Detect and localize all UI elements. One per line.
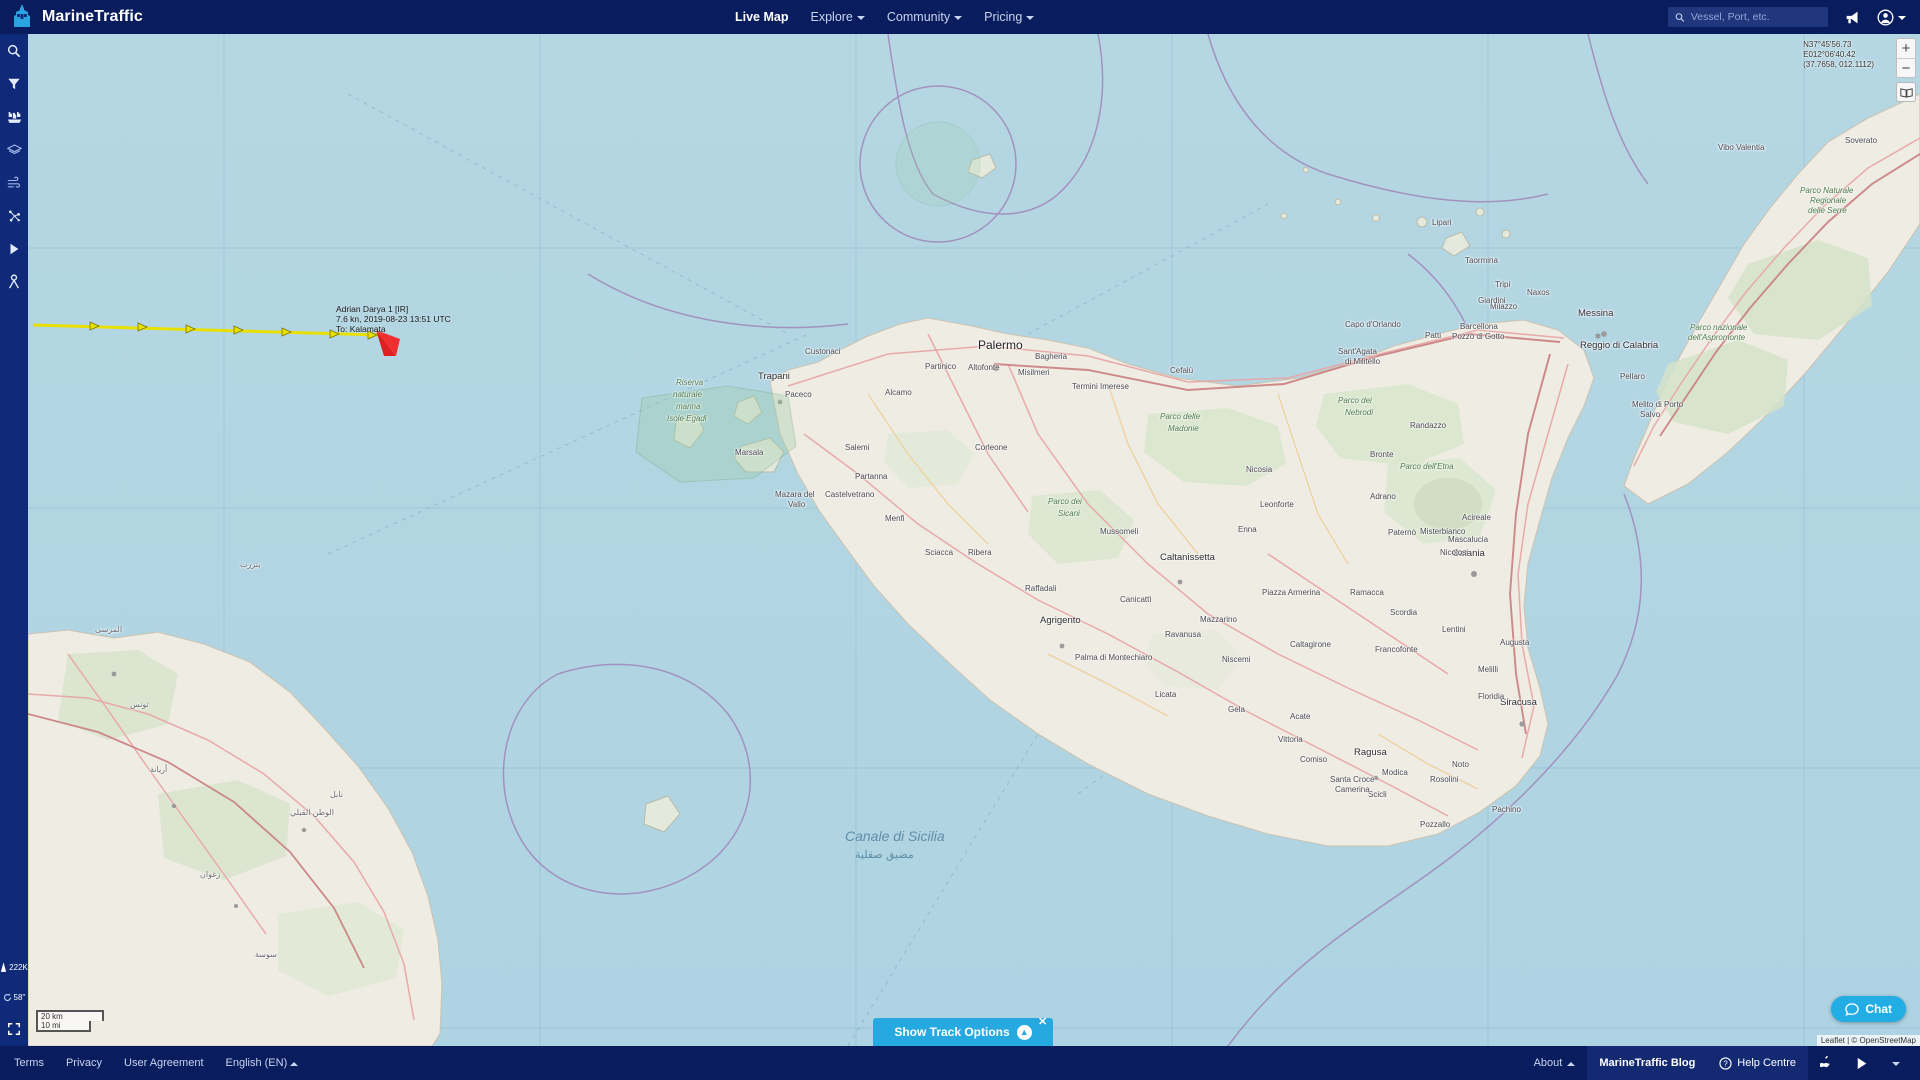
vessel-destination: To: Kalamata xyxy=(336,324,451,334)
nav-label: Live Map xyxy=(735,10,789,24)
map-canvas xyxy=(28,34,1920,1046)
vessel-count-label: 222K xyxy=(9,963,28,972)
sidebar-item-account[interactable] xyxy=(0,265,28,298)
nav-item-live-map[interactable]: Live Map xyxy=(735,10,789,24)
footer-google-play[interactable] xyxy=(1844,1046,1880,1080)
scale-bar: 20 km 10 mi xyxy=(36,1010,104,1032)
search-icon xyxy=(7,44,21,58)
chevron-down-icon xyxy=(1898,16,1906,20)
sidebar-item-layers[interactable] xyxy=(0,133,28,166)
sidebar-item-fleets[interactable] xyxy=(0,100,28,133)
footer-bar: Terms Privacy User Agreement English (EN… xyxy=(0,1046,1920,1080)
footer-language-label: English (EN) xyxy=(226,1057,288,1069)
fullscreen-button[interactable] xyxy=(0,1012,28,1046)
latitude-dms: N37°45'56.73 xyxy=(1803,40,1874,50)
chevron-down-icon xyxy=(954,16,962,20)
zoom-out-button[interactable]: − xyxy=(1897,58,1915,77)
layers-stack-icon xyxy=(7,143,22,157)
person-icon xyxy=(7,274,21,289)
footer-blog-label: MarineTraffic Blog xyxy=(1599,1057,1695,1069)
nav-item-explore[interactable]: Explore xyxy=(811,10,865,24)
play-icon xyxy=(7,242,21,256)
live-map[interactable]: Adrian Darya 1 [IR] 7.6 kn, 2019-08-23 1… xyxy=(28,34,1920,1046)
footer-left-links: Terms Privacy User Agreement English (EN… xyxy=(0,1057,298,1069)
nav-item-pricing[interactable]: Pricing xyxy=(984,10,1034,24)
nav-links: Live Map Explore Community Pricing xyxy=(735,0,1034,34)
left-toolbar: 222K 58'' xyxy=(0,34,28,1046)
vessel-count-icon xyxy=(0,962,7,973)
show-track-options-button[interactable]: Show Track Options ▲ xyxy=(873,1018,1053,1046)
coordinate-readout: N37°45'56.73 E012°06'40.42 (37.7658, 012… xyxy=(1803,40,1874,70)
nav-label: Pricing xyxy=(984,10,1022,24)
scale-metric: 20 km xyxy=(36,1010,104,1021)
footer-link-user-agreement[interactable]: User Agreement xyxy=(124,1057,203,1069)
sidebar-item-playback[interactable] xyxy=(0,232,28,265)
refresh-icon xyxy=(3,993,12,1002)
vessel-info-label[interactable]: Adrian Darya 1 [IR] 7.6 kn, 2019-08-23 1… xyxy=(336,304,451,334)
nav-label: Community xyxy=(887,10,950,24)
footer-apple-store[interactable] xyxy=(1808,1046,1844,1080)
scale-imperial: 10 mi xyxy=(36,1021,91,1032)
footer-blog-link[interactable]: MarineTraffic Blog xyxy=(1587,1046,1707,1080)
vessel-name: Adrian Darya 1 [IR] xyxy=(336,304,451,314)
map-attribution[interactable]: Leaflet | © OpenStreetMap xyxy=(1817,1035,1920,1046)
sidebar-item-density[interactable] xyxy=(0,199,28,232)
zoom-in-button[interactable]: + xyxy=(1897,39,1915,58)
svg-text:?: ? xyxy=(1724,1059,1729,1068)
footer-help-centre[interactable]: ? Help Centre xyxy=(1707,1046,1808,1080)
vessel-status: 7.6 kn, 2019-08-23 13:51 UTC xyxy=(336,314,451,324)
fullscreen-expand-icon xyxy=(7,1022,21,1036)
track-options-label: Show Track Options xyxy=(894,1025,1009,1039)
search-input[interactable] xyxy=(1691,11,1821,23)
chevron-up-icon: ▲ xyxy=(1017,1025,1032,1040)
filter-funnel-icon xyxy=(7,77,21,91)
apple-icon xyxy=(1820,1056,1832,1070)
nav-item-community[interactable]: Community xyxy=(887,10,962,24)
density-routes-icon xyxy=(7,209,22,223)
chevron-down-icon xyxy=(1026,16,1034,20)
chevron-up-icon xyxy=(1567,1062,1575,1066)
vessel-count-indicator[interactable]: 222K xyxy=(0,952,28,982)
chevron-up-icon xyxy=(290,1062,298,1066)
ship-logo-icon xyxy=(11,5,33,29)
map-layers-button[interactable] xyxy=(1896,82,1916,102)
chat-button[interactable]: Chat xyxy=(1831,996,1906,1022)
brand-name: MarineTraffic xyxy=(42,8,143,26)
footer-language-selector[interactable]: English (EN) xyxy=(226,1057,299,1069)
footer-about[interactable]: About xyxy=(1522,1046,1588,1080)
sidebar-item-filters[interactable] xyxy=(0,67,28,100)
longitude-dms: E012°06'40.42 xyxy=(1803,50,1874,60)
brand-logo[interactable]: MarineTraffic xyxy=(0,5,300,29)
google-play-icon xyxy=(1856,1057,1868,1070)
footer-help-label: Help Centre xyxy=(1737,1057,1796,1069)
footer-link-privacy[interactable]: Privacy xyxy=(66,1057,102,1069)
map-book-icon xyxy=(1900,87,1913,98)
nav-label: Explore xyxy=(811,10,853,24)
decimal-coordinates: (37.7658, 012.1112) xyxy=(1803,60,1874,70)
global-search[interactable] xyxy=(1668,7,1828,27)
footer-collapse-toggle[interactable] xyxy=(1880,1046,1912,1080)
chevron-down-icon xyxy=(1892,1062,1900,1066)
footer-about-label: About xyxy=(1534,1057,1563,1069)
search-icon xyxy=(1675,12,1685,23)
vessels-group-icon xyxy=(7,110,22,124)
wind-weather-icon xyxy=(7,176,22,190)
nav-right-cluster xyxy=(1668,0,1906,34)
megaphone-icon[interactable] xyxy=(1844,10,1861,25)
zoom-controls: + − xyxy=(1896,38,1916,78)
footer-link-terms[interactable]: Terms xyxy=(14,1057,44,1069)
account-circle-icon[interactable] xyxy=(1877,9,1906,26)
refresh-timer[interactable]: 58'' xyxy=(0,982,28,1012)
chat-label: Chat xyxy=(1865,1002,1892,1016)
help-circle-icon: ? xyxy=(1719,1057,1732,1070)
chat-bubble-icon xyxy=(1845,1003,1859,1016)
footer-right-links: About MarineTraffic Blog ? Help Centre xyxy=(1522,1046,1912,1080)
close-icon[interactable]: ✕ xyxy=(1038,1015,1047,1028)
refresh-timer-label: 58'' xyxy=(14,993,26,1002)
top-navigation-bar: MarineTraffic Live Map Explore Community… xyxy=(0,0,1920,34)
sidebar-item-search[interactable] xyxy=(0,34,28,67)
chevron-down-icon xyxy=(857,16,865,20)
sidebar-item-weather[interactable] xyxy=(0,166,28,199)
